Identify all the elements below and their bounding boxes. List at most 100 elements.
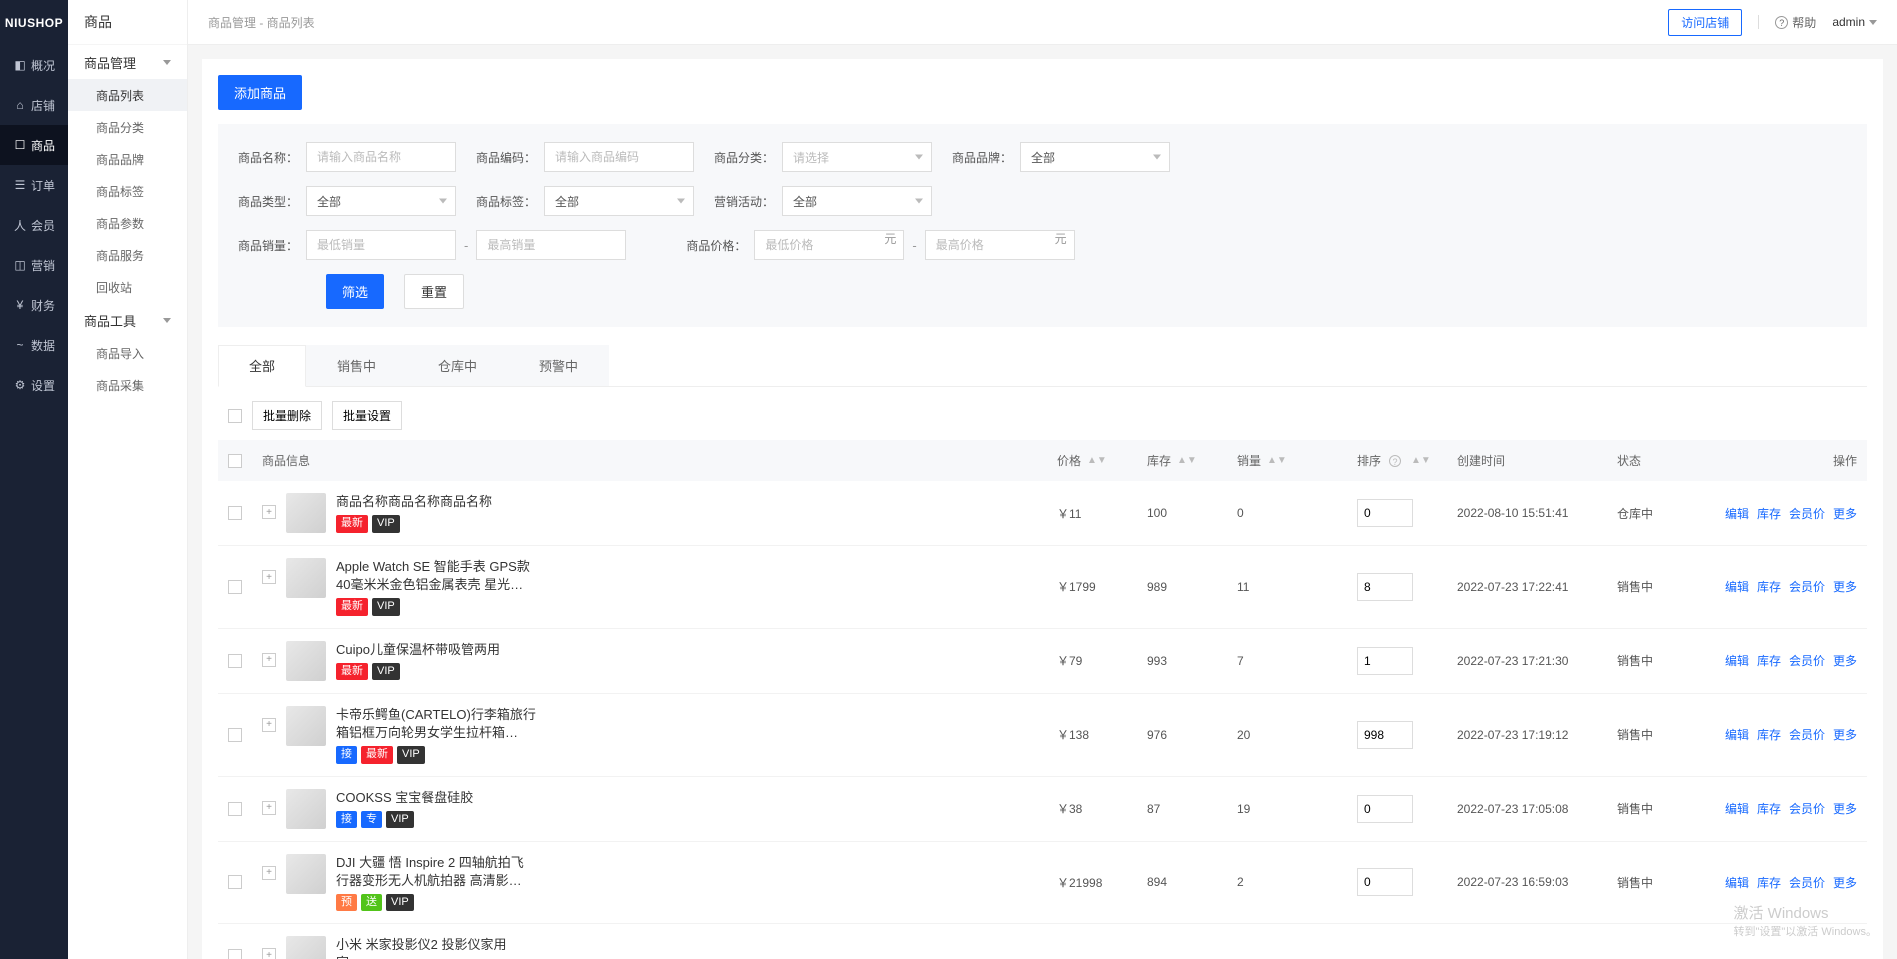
nav-sub-link[interactable]: 商品参数: [68, 207, 187, 239]
expand-button[interactable]: +: [262, 570, 276, 584]
nav-sub-link[interactable]: 商品导入: [68, 337, 187, 369]
action-vip-price[interactable]: 会员价: [1789, 874, 1825, 891]
admin-menu[interactable]: admin: [1832, 15, 1877, 29]
select-all-checkbox-top[interactable]: [228, 409, 242, 423]
sort-icon[interactable]: ▲▼: [1087, 458, 1107, 463]
filter-brand-select[interactable]: 全部: [1020, 142, 1170, 172]
sort-input[interactable]: [1357, 573, 1413, 601]
sort-icon[interactable]: ▲▼: [1411, 458, 1431, 463]
action-more[interactable]: 更多: [1833, 578, 1857, 595]
status-tab[interactable]: 销售中: [306, 345, 407, 386]
product-title[interactable]: Cuipo儿童保温杯带吸管两用: [336, 641, 500, 659]
action-more[interactable]: 更多: [1833, 874, 1857, 891]
row-checkbox[interactable]: [228, 728, 242, 742]
product-title[interactable]: 商品名称商品名称商品名称: [336, 493, 492, 511]
action-edit[interactable]: 编辑: [1725, 874, 1749, 891]
select-all-checkbox[interactable]: [228, 454, 242, 468]
primary-nav-item[interactable]: 人会员: [0, 205, 68, 245]
sort-icon[interactable]: ▲▼: [1267, 458, 1287, 463]
action-stock[interactable]: 库存: [1757, 578, 1781, 595]
filter-button[interactable]: 筛选: [326, 274, 384, 309]
primary-nav-item[interactable]: ⌂店铺: [0, 85, 68, 125]
row-checkbox[interactable]: [228, 654, 242, 668]
action-edit[interactable]: 编辑: [1725, 726, 1749, 743]
filter-category-select[interactable]: 请选择: [782, 142, 932, 172]
action-vip-price[interactable]: 会员价: [1789, 652, 1825, 669]
filter-sales-max-input[interactable]: [476, 230, 626, 260]
action-vip-price[interactable]: 会员价: [1789, 800, 1825, 817]
visit-shop-button[interactable]: 访问店铺: [1668, 9, 1742, 36]
sort-input[interactable]: [1357, 795, 1413, 823]
action-edit[interactable]: 编辑: [1725, 800, 1749, 817]
sort-input[interactable]: [1357, 647, 1413, 675]
action-more[interactable]: 更多: [1833, 800, 1857, 817]
nav-sub-link[interactable]: 商品列表: [68, 79, 187, 111]
primary-nav-item[interactable]: ☰订单: [0, 165, 68, 205]
action-stock[interactable]: 库存: [1757, 505, 1781, 522]
expand-button[interactable]: +: [262, 718, 276, 732]
product-title[interactable]: 小米 米家投影仪2 投影仪家用 家…: [336, 936, 536, 959]
help-link[interactable]: ? 帮助: [1775, 14, 1816, 31]
product-title[interactable]: Apple Watch SE 智能手表 GPS款 40毫米米金色铝金属表壳 星光…: [336, 558, 536, 594]
action-vip-price[interactable]: 会员价: [1789, 505, 1825, 522]
action-vip-price[interactable]: 会员价: [1789, 726, 1825, 743]
action-more[interactable]: 更多: [1833, 726, 1857, 743]
row-checkbox[interactable]: [228, 580, 242, 594]
primary-nav-item[interactable]: ⚙设置: [0, 365, 68, 405]
col-price[interactable]: 价格: [1057, 452, 1081, 469]
col-sales[interactable]: 销量: [1237, 452, 1261, 469]
filter-type-select[interactable]: 全部: [306, 186, 456, 216]
nav-sub-link[interactable]: 商品品牌: [68, 143, 187, 175]
primary-nav-item[interactable]: ☐商品: [0, 125, 68, 165]
nav-sub-link[interactable]: 商品服务: [68, 239, 187, 271]
action-edit[interactable]: 编辑: [1725, 578, 1749, 595]
action-more[interactable]: 更多: [1833, 505, 1857, 522]
nav-sub-link[interactable]: 商品采集: [68, 369, 187, 401]
action-stock[interactable]: 库存: [1757, 874, 1781, 891]
row-checkbox[interactable]: [228, 949, 242, 959]
nav-group-title[interactable]: 商品工具: [68, 303, 187, 337]
primary-nav-item[interactable]: ◫营销: [0, 245, 68, 285]
action-stock[interactable]: 库存: [1757, 726, 1781, 743]
action-more[interactable]: 更多: [1833, 652, 1857, 669]
primary-nav-item[interactable]: ◧概况: [0, 45, 68, 85]
sort-input[interactable]: [1357, 499, 1413, 527]
batch-setting-button[interactable]: 批量设置: [332, 401, 402, 430]
action-edit[interactable]: 编辑: [1725, 505, 1749, 522]
sort-input[interactable]: [1357, 721, 1413, 749]
product-title[interactable]: DJI 大疆 悟 Inspire 2 四轴航拍飞行器变形无人机航拍器 高清影…: [336, 854, 536, 890]
expand-button[interactable]: +: [262, 801, 276, 815]
expand-button[interactable]: +: [262, 948, 276, 959]
filter-tag-select[interactable]: 全部: [544, 186, 694, 216]
expand-button[interactable]: +: [262, 866, 276, 880]
filter-price-max-input[interactable]: [925, 230, 1075, 260]
sort-icon[interactable]: ▲▼: [1177, 458, 1197, 463]
status-tab[interactable]: 全部: [218, 345, 306, 387]
expand-button[interactable]: +: [262, 505, 276, 519]
nav-sub-link[interactable]: 商品分类: [68, 111, 187, 143]
sort-input[interactable]: [1357, 868, 1413, 896]
primary-nav-item[interactable]: ~数据: [0, 325, 68, 365]
status-tab[interactable]: 仓库中: [407, 345, 508, 386]
filter-name-input[interactable]: [306, 142, 456, 172]
product-title[interactable]: COOKSS 宝宝餐盘硅胶: [336, 789, 473, 807]
row-checkbox[interactable]: [228, 802, 242, 816]
nav-sub-link[interactable]: 回收站: [68, 271, 187, 303]
batch-delete-button[interactable]: 批量删除: [252, 401, 322, 430]
row-checkbox[interactable]: [228, 875, 242, 889]
col-stock[interactable]: 库存: [1147, 452, 1171, 469]
reset-button[interactable]: 重置: [404, 274, 464, 309]
product-title[interactable]: 卡帝乐鳄鱼(CARTELO)行李箱旅行箱铝框万向轮男女学生拉杆箱…: [336, 706, 536, 742]
action-stock[interactable]: 库存: [1757, 800, 1781, 817]
filter-sales-min-input[interactable]: [306, 230, 456, 260]
primary-nav-item[interactable]: ¥财务: [0, 285, 68, 325]
action-vip-price[interactable]: 会员价: [1789, 578, 1825, 595]
row-checkbox[interactable]: [228, 506, 242, 520]
nav-group-title[interactable]: 商品管理: [68, 45, 187, 79]
help-icon[interactable]: ?: [1389, 455, 1401, 467]
col-sort[interactable]: 排序: [1357, 452, 1381, 469]
status-tab[interactable]: 预警中: [508, 345, 609, 386]
action-stock[interactable]: 库存: [1757, 652, 1781, 669]
add-product-button[interactable]: 添加商品: [218, 75, 302, 110]
expand-button[interactable]: +: [262, 653, 276, 667]
